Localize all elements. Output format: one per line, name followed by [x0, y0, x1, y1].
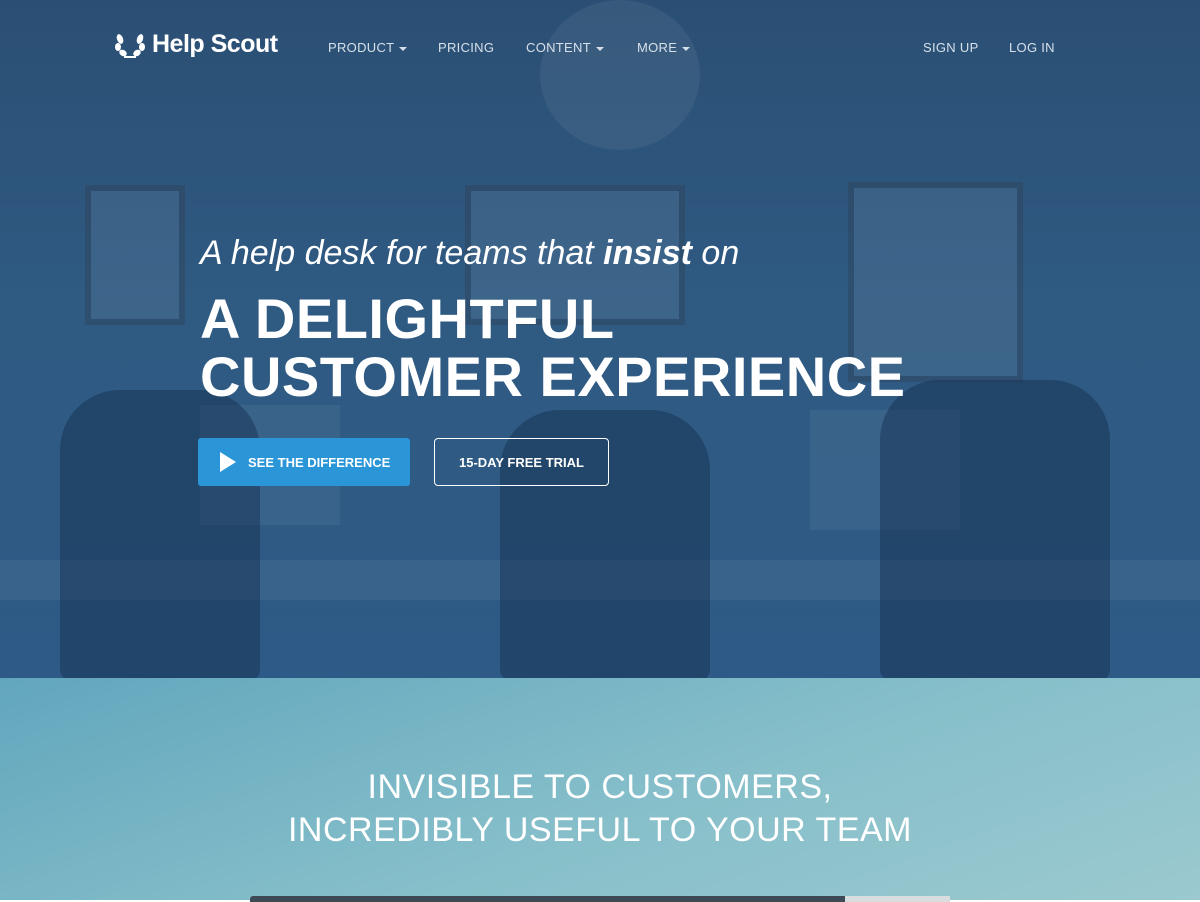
- hero-tagline: A help desk for teams that insist on: [200, 234, 739, 273]
- hero-headline: A DELIGHTFUL CUSTOMER EXPERIENCE: [200, 290, 905, 406]
- nav-label: MORE: [637, 40, 678, 55]
- section-title: INVISIBLE TO CUSTOMERS, INCREDIBLY USEFU…: [0, 766, 1200, 852]
- person-silhouette: [60, 390, 260, 678]
- headline-line: A DELIGHTFUL: [200, 287, 615, 350]
- person-silhouette: [880, 380, 1110, 678]
- background-window: [85, 185, 185, 325]
- nav-content[interactable]: CONTENT: [526, 40, 604, 55]
- nav-pricing[interactable]: PRICING: [438, 40, 494, 55]
- tagline-text: on: [691, 234, 740, 272]
- caret-down-icon: [399, 46, 408, 51]
- brand-logo[interactable]: Help Scout: [114, 30, 278, 59]
- nav-label: CONTENT: [526, 40, 591, 55]
- features-section: INVISIBLE TO CUSTOMERS, INCREDIBLY USEFU…: [0, 678, 1200, 902]
- top-nav: Help Scout PRODUCT PRICING CONTENT MORE …: [0, 0, 1200, 94]
- caret-down-icon: [682, 46, 691, 51]
- log-in-link[interactable]: LOG IN: [1009, 40, 1055, 55]
- nav-product[interactable]: PRODUCT: [328, 40, 408, 55]
- tagline-emphasis: insist: [603, 234, 692, 272]
- caret-down-icon: [595, 46, 604, 51]
- play-icon: [220, 452, 236, 472]
- button-label: SEE THE DIFFERENCE: [248, 454, 391, 470]
- brand-name: Help Scout: [152, 30, 278, 58]
- laurel-icon: [115, 33, 145, 58]
- nav-label: PRODUCT: [328, 40, 395, 55]
- tagline-text: A help desk for teams that: [200, 234, 604, 272]
- section-title-line: INCREDIBLY USEFUL TO YOUR TEAM: [287, 811, 912, 849]
- button-label: 15-DAY FREE TRIAL: [459, 454, 584, 470]
- headline-line: CUSTOMER EXPERIENCE: [200, 345, 906, 408]
- section-title-line: INVISIBLE TO CUSTOMERS,: [367, 768, 833, 806]
- app-screenshot-preview: [250, 896, 950, 902]
- free-trial-button[interactable]: 15-DAY FREE TRIAL: [434, 438, 609, 486]
- app-preview-panel: [845, 896, 950, 902]
- nav-label: PRICING: [438, 40, 495, 55]
- sign-up-link[interactable]: SIGN UP: [923, 40, 979, 55]
- nav-more[interactable]: MORE: [637, 40, 691, 55]
- see-the-difference-button[interactable]: SEE THE DIFFERENCE: [198, 438, 410, 486]
